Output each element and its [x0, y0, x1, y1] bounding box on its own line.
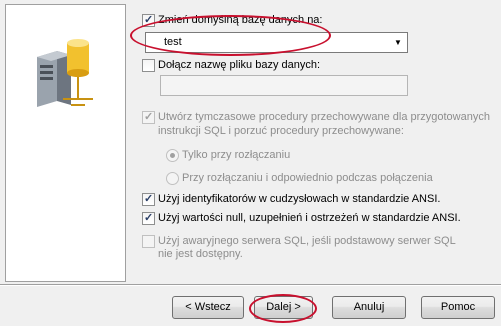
radio-disconnect-and-as-appropriate	[166, 172, 179, 185]
button-bar-separator	[0, 284, 501, 286]
failover-label-line1: Użyj awaryjnego serwera SQL, jeśli podst…	[158, 235, 456, 247]
back-button[interactable]: < Wstecz	[172, 296, 244, 319]
quoted-ids-checkbox[interactable]	[142, 192, 155, 206]
temp-procs-label-line2: instrukcji SQL i porzuć procedury przech…	[158, 125, 404, 137]
database-value: test	[164, 36, 182, 48]
change-db-checkbox[interactable]	[142, 13, 155, 27]
attach-file-label: Dołącz nazwę pliku bazy danych:	[158, 59, 321, 71]
radio-disconnect-only	[166, 149, 179, 162]
radio-disconnect-only-label: Tylko przy rozłączaniu	[182, 149, 291, 161]
attach-file-input	[160, 75, 408, 96]
next-button[interactable]: Dalej >	[254, 296, 313, 319]
failover-label-line2: nie jest dostępny.	[158, 248, 243, 260]
ansi-nulls-checkbox[interactable]	[142, 211, 155, 225]
database-server-icon	[37, 39, 93, 107]
cancel-button[interactable]: Anuluj	[332, 296, 406, 319]
change-db-label: Zmień domyślną bazę danych na:	[158, 14, 323, 26]
chevron-down-icon[interactable]: ▼	[392, 36, 404, 49]
database-combobox[interactable]: test ▼	[145, 32, 408, 53]
temp-procs-checkbox	[142, 110, 155, 124]
wizard-side-panel	[5, 4, 126, 282]
ansi-nulls-label: Użyj wartości null, uzupełnień i ostrzeż…	[158, 212, 461, 224]
help-button[interactable]: Pomoc	[421, 296, 495, 319]
quoted-ids-label: Użyj identyfikatorów w cudzysłowach w st…	[158, 193, 441, 205]
radio-disconnect-and-as-appropriate-label: Przy rozłączaniu i odpowiednio podczas p…	[182, 172, 433, 184]
failover-checkbox	[142, 235, 155, 248]
attach-file-checkbox[interactable]	[142, 59, 155, 72]
temp-procs-label-line1: Utwórz tymczasowe procedury przechowywan…	[158, 111, 490, 123]
